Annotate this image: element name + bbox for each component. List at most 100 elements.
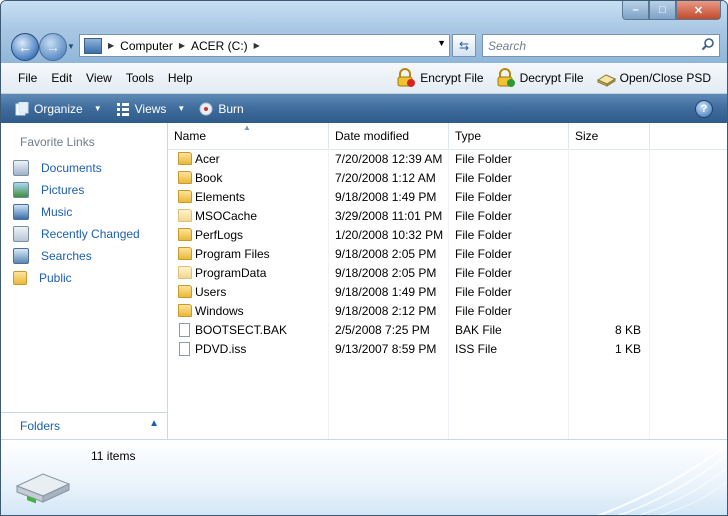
favorite-links-heading: Favorite Links [20, 135, 95, 149]
file-row[interactable]: MSOCache 3/29/2008 11:01 PM File Folder [168, 206, 727, 225]
file-date: 9/18/2008 2:12 PM [335, 304, 437, 318]
public-folder-icon [13, 271, 27, 285]
encrypt-file-label: Encrypt File [420, 71, 484, 85]
drive-disk-icon [596, 74, 616, 87]
maximize-button[interactable]: □ [649, 1, 676, 20]
file-row[interactable]: Acer 7/20/2008 12:39 AM File Folder [168, 149, 727, 168]
close-button[interactable]: ✕ [676, 1, 721, 20]
back-arrow-icon: ← [18, 39, 32, 55]
file-name: MSOCache [195, 209, 258, 223]
open-close-psd-label: Open/Close PSD [619, 71, 711, 85]
breadcrumb-computer[interactable]: Computer [120, 39, 173, 53]
computer-icon [84, 37, 102, 54]
column-header-size[interactable]: Size [569, 123, 650, 149]
file-type: File Folder [455, 247, 512, 261]
file-row[interactable]: Windows 9/18/2008 2:12 PM File Folder [168, 301, 727, 320]
address-bar[interactable]: ▶ Computer ▶ ACER (C:) ▶ ▼ [79, 34, 450, 57]
search-box[interactable] [482, 34, 720, 57]
column-header-date[interactable]: Date modified [329, 123, 449, 149]
menu-edit[interactable]: Edit [44, 71, 79, 85]
file-date: 9/18/2008 2:05 PM [335, 247, 437, 261]
nav-link-documents[interactable]: Documents [13, 157, 140, 179]
file-type: File Folder [455, 209, 512, 223]
forward-button[interactable]: → [39, 33, 67, 61]
breadcrumb-chevron-icon[interactable]: ▶ [179, 41, 185, 50]
views-icon [116, 102, 129, 116]
back-button[interactable]: ← [11, 33, 39, 61]
file-list: Name ▲ Date modified Type Size Acer 7/20… [168, 123, 727, 439]
address-history-dropdown[interactable]: ▼ [437, 38, 446, 48]
search-icon[interactable] [701, 37, 715, 51]
pictures-icon [13, 182, 29, 198]
title-bar: – □ ✕ ← → ▼ ▶ Computer ▶ ACER (C:) ▶ ▼ ⇆ [1, 1, 727, 63]
menu-help[interactable]: Help [161, 71, 200, 85]
nav-link-pictures[interactable]: Pictures [13, 179, 140, 201]
file-date: 2/5/2008 7:25 PM [335, 323, 430, 337]
burn-disc-icon [199, 102, 213, 115]
file-rows: Acer 7/20/2008 12:39 AM File Folder Book… [168, 149, 727, 358]
file-row[interactable]: PDVD.iss 9/13/2007 8:59 PM ISS File 1 KB [168, 339, 727, 358]
file-date: 7/20/2008 12:39 AM [335, 152, 443, 166]
column-type-label: Type [455, 129, 482, 143]
organize-button[interactable]: Organize ▼ [15, 101, 102, 116]
file-size: 1 KB [614, 342, 641, 356]
file-name: PDVD.iss [195, 342, 247, 356]
column-header-type[interactable]: Type [449, 123, 569, 149]
file-row[interactable]: Book 7/20/2008 1:12 AM File Folder [168, 168, 727, 187]
search-input[interactable] [486, 37, 690, 54]
lock-encrypt-icon [397, 68, 416, 87]
refresh-button[interactable]: ⇆ [452, 34, 476, 57]
file-name: PerfLogs [195, 228, 244, 242]
decrypt-file-button[interactable]: Decrypt File [496, 68, 584, 88]
breadcrumb-drive[interactable]: ACER (C:) [191, 39, 248, 53]
file-row[interactable]: BOOTSECT.BAK 2/5/2008 7:25 PM BAK File 8… [168, 320, 727, 339]
file-date: 9/13/2007 8:59 PM [335, 342, 437, 356]
open-close-psd-button[interactable]: Open/Close PSD [596, 68, 711, 88]
menu-file[interactable]: File [11, 71, 44, 85]
file-row[interactable]: PerfLogs 1/20/2008 10:32 PM File Folder [168, 225, 727, 244]
organize-dropdown-icon: ▼ [93, 104, 102, 113]
file-name: Windows [195, 304, 244, 318]
views-dropdown-icon: ▼ [177, 104, 186, 113]
folders-toggle[interactable]: Folders ▲ [1, 412, 167, 439]
explorer-window: – □ ✕ ← → ▼ ▶ Computer ▶ ACER (C:) ▶ ▼ ⇆… [0, 0, 728, 516]
menu-view[interactable]: View [79, 71, 119, 85]
file-row[interactable]: Users 9/18/2008 1:49 PM File Folder [168, 282, 727, 301]
minimize-button[interactable]: – [622, 1, 649, 20]
folder-icon [178, 190, 192, 203]
breadcrumb-chevron-icon[interactable]: ▶ [108, 41, 114, 50]
file-date: 3/29/2008 11:01 PM [335, 209, 443, 223]
navigation-pane: Favorite Links Documents Pictures Music … [1, 123, 168, 439]
file-type: ISS File [455, 342, 498, 356]
file-row[interactable]: Program Files 9/18/2008 2:05 PM File Fol… [168, 244, 727, 263]
file-date: 1/20/2008 10:32 PM [335, 228, 444, 242]
file-row[interactable]: ProgramData 9/18/2008 2:05 PM File Folde… [168, 263, 727, 282]
file-type: File Folder [455, 228, 512, 242]
views-button[interactable]: Views ▼ [116, 102, 186, 116]
file-row[interactable]: Elements 9/18/2008 1:49 PM File Folder [168, 187, 727, 206]
column-header-name[interactable]: Name ▲ [168, 123, 329, 149]
file-date: 9/18/2008 1:49 PM [335, 190, 437, 204]
nav-link-public[interactable]: Public [13, 267, 140, 289]
details-pane: 11 items [1, 439, 727, 515]
file-date: 9/18/2008 1:49 PM [335, 285, 437, 299]
chevron-up-icon: ▲ [149, 418, 159, 429]
file-name: Book [195, 171, 223, 185]
nav-link-recently-changed[interactable]: Recently Changed [13, 223, 140, 245]
breadcrumb-chevron-icon[interactable]: ▶ [254, 41, 260, 50]
hard-drive-icon [15, 473, 71, 504]
organize-label: Organize [34, 101, 83, 116]
file-name: BOOTSECT.BAK [195, 323, 288, 337]
help-icon[interactable]: ? [695, 100, 713, 118]
nav-link-music[interactable]: Music [13, 201, 140, 223]
refresh-icon: ⇆ [458, 38, 470, 53]
file-type: File Folder [455, 285, 512, 299]
burn-label: Burn [218, 101, 244, 116]
recent-pages-dropdown[interactable]: ▼ [67, 42, 75, 51]
burn-button[interactable]: Burn [199, 101, 244, 116]
menu-tools[interactable]: Tools [119, 71, 161, 85]
file-type: File Folder [455, 152, 512, 166]
file-type: BAK File [455, 323, 502, 337]
nav-link-searches[interactable]: Searches [13, 245, 140, 267]
encrypt-file-button[interactable]: Encrypt File [396, 68, 484, 88]
